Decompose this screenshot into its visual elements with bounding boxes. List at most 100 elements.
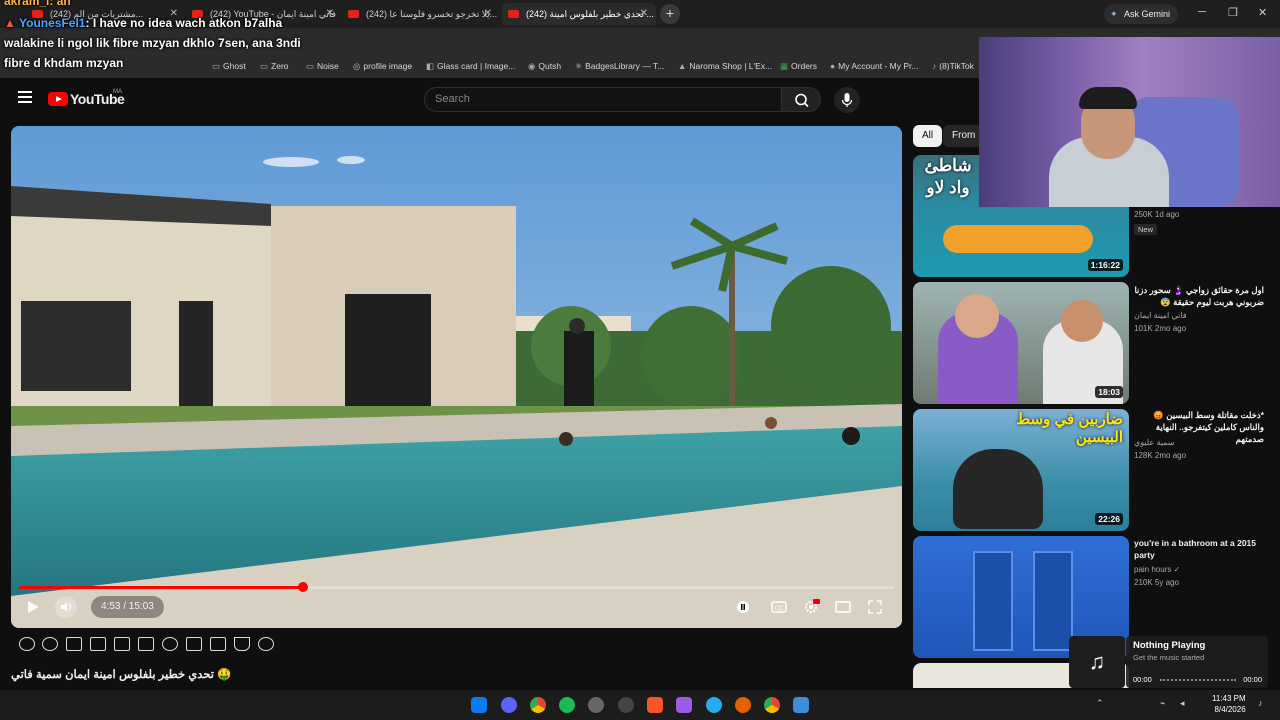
bookmark-profile-image[interactable]: ◎ profile image xyxy=(353,61,412,72)
windows-start-icon[interactable] xyxy=(471,697,487,713)
bookmark-zero[interactable]: ▭ Zero xyxy=(260,61,289,72)
bookmark-qutsh[interactable]: ◉ Qutsh xyxy=(528,61,561,72)
monitor-app-icon[interactable] xyxy=(793,697,809,713)
site-icon: ▲ xyxy=(678,61,687,71)
related-video-title[interactable]: اول مرة حقائق زواجي 🤰🏻 سحور دزنا ضربوني … xyxy=(1134,284,1264,308)
microphone-icon xyxy=(841,93,853,107)
close-tab-icon[interactable]: ✕ xyxy=(640,3,648,25)
related-video-title[interactable]: you're in a bathroom at a 2015 party xyxy=(1134,537,1264,561)
flask-icon[interactable] xyxy=(234,637,250,651)
chat-message-3: walakine li ngol lik fibre mzyan dkhlo 7… xyxy=(4,36,301,50)
discord-icon[interactable] xyxy=(501,697,517,713)
bookmark-glass-card[interactable]: ◧ Glass card | Image... xyxy=(426,61,515,72)
chat-message-2: ▲ YounesFel1: I have no idea wach atkon … xyxy=(4,16,282,30)
mute-button[interactable] xyxy=(55,596,77,618)
loop-icon[interactable] xyxy=(19,637,35,651)
bookmark-ghost[interactable]: ▭ Ghost xyxy=(212,61,246,72)
youtube-favicon-icon xyxy=(348,10,359,18)
chrome-active-icon[interactable] xyxy=(764,697,780,713)
bookmark-label: Zero xyxy=(271,61,289,71)
bookmark-label: Qutsh xyxy=(538,61,562,71)
browser-tab-3[interactable]: (242) يلا تخرجو تخسرو فلوسنا عا... ✕ xyxy=(342,3,500,25)
captions-icon: CC xyxy=(771,601,787,613)
time-text: 4:53 / 15:03 xyxy=(101,601,154,612)
related-video-channel[interactable]: سمية عليوي xyxy=(1134,438,1174,447)
bookmark-badgeslibrary[interactable]: ✳ BadgesLibrary — T... xyxy=(575,61,664,72)
duration-badge: 18:03 xyxy=(1095,386,1123,398)
youtube-logo-icon[interactable] xyxy=(48,92,68,106)
search-icon xyxy=(795,93,809,108)
clip-icon[interactable] xyxy=(90,637,106,651)
bookmark-orders[interactable]: ▦ Orders xyxy=(780,61,817,72)
site-icon: ● xyxy=(830,61,836,71)
pause-autoplay-toggle[interactable] xyxy=(734,598,752,616)
ask-gemini-button[interactable]: ✦ Ask Gemini xyxy=(1104,4,1179,24)
video-player[interactable]: 4:53 / 15:03 CC xyxy=(11,126,902,628)
network-icon[interactable]: ⌁ xyxy=(1160,698,1165,709)
now-playing-progress[interactable] xyxy=(1160,679,1236,681)
bookmark-naroma-shop[interactable]: ▲ Naroma Shop | L'Ex... xyxy=(678,61,772,71)
chevron-up-icon[interactable]: ⌃ xyxy=(1096,698,1104,709)
playlist-icon[interactable] xyxy=(138,637,154,651)
firefox-icon[interactable] xyxy=(735,697,751,713)
minimize-icon[interactable]: ─ xyxy=(1198,6,1206,18)
close-tab-icon[interactable]: ✕ xyxy=(326,3,334,25)
progress-bar[interactable] xyxy=(19,582,894,592)
notification-bell-icon[interactable]: ♪ xyxy=(1258,698,1263,708)
app-icon[interactable] xyxy=(676,697,692,713)
related-video-thumbnail-3[interactable]: ضاربين في وسط البيسين 22:26 xyxy=(913,409,1129,531)
speaker-icon[interactable]: ◂ xyxy=(1180,698,1185,709)
globe-icon: ◎ xyxy=(353,61,361,71)
obs-icon[interactable] xyxy=(588,697,604,713)
related-video-thumbnail-2[interactable]: 18:03 xyxy=(913,282,1129,404)
gear-icon[interactable] xyxy=(258,637,274,651)
subtitles-button[interactable]: CC xyxy=(770,598,788,616)
fullscreen-icon xyxy=(868,600,882,614)
search-input[interactable]: Search xyxy=(424,87,782,112)
bookmark-my-account[interactable]: ● My Account - My Pr... xyxy=(830,61,918,71)
channel-name: pain hours xyxy=(1134,565,1172,574)
close-window-icon[interactable]: ✕ xyxy=(1258,6,1267,19)
verified-icon: ✓ xyxy=(1173,565,1181,574)
taskbar-clock[interactable]: 11:43 PM 8/4/2026 xyxy=(1212,693,1246,715)
tab-label: (242) تحدي خطير بلفلوس امينة ... xyxy=(526,9,654,19)
bookmark-noise[interactable]: ▭ Noise xyxy=(306,61,339,72)
close-tab-icon[interactable]: ✕ xyxy=(484,3,492,25)
brave-icon[interactable] xyxy=(647,697,663,713)
github-icon[interactable] xyxy=(618,697,634,713)
related-video-meta: 101K 2mo ago xyxy=(1134,324,1187,333)
related-video-meta: 250K 1d ago xyxy=(1134,210,1180,219)
miniplayer-icon[interactable] xyxy=(66,637,82,651)
restore-icon[interactable]: ❐ xyxy=(1228,6,1238,19)
chip-all[interactable]: All xyxy=(913,125,943,147)
fullscreen-button[interactable] xyxy=(866,598,884,616)
bookmark-label: BadgesLibrary — T... xyxy=(585,61,665,71)
add-icon[interactable] xyxy=(186,637,202,651)
bookmark-tiktok[interactable]: ♪ (8)TikTok xyxy=(932,61,974,71)
chat-message-4: fibre d khdam mzyan xyxy=(4,56,123,70)
audio-icon[interactable] xyxy=(42,637,58,651)
chrome-icon[interactable] xyxy=(530,697,546,713)
sheets-icon: ▦ xyxy=(780,61,789,71)
search-button[interactable] xyxy=(781,87,821,112)
play-button[interactable] xyxy=(25,594,43,620)
duration-badge: 22:26 xyxy=(1095,513,1123,525)
related-video-channel[interactable]: فاتي امينة ايمان xyxy=(1134,311,1187,320)
now-playing-subtitle: Get the music started xyxy=(1133,653,1205,662)
browser-tab-4-active[interactable]: (242) تحدي خطير بلفلوس امينة ... ✕ xyxy=(502,3,656,25)
spotify-icon[interactable] xyxy=(559,697,575,713)
new-tab-button[interactable]: + xyxy=(660,4,680,24)
related-video-channel[interactable]: pain hours ✓ xyxy=(1134,565,1180,574)
hamburger-menu-icon[interactable] xyxy=(18,91,32,103)
chat-text: walakine li ngol lik fibre mzyan dkhlo 7… xyxy=(4,36,301,50)
screen-icon[interactable] xyxy=(114,637,130,651)
voice-search-button[interactable] xyxy=(834,87,860,113)
theater-mode-button[interactable] xyxy=(834,598,852,616)
settings-button[interactable] xyxy=(802,598,820,616)
telegram-icon[interactable] xyxy=(706,697,722,713)
person-right-face xyxy=(1061,300,1103,342)
speed-icon[interactable] xyxy=(162,637,178,651)
camera-icon[interactable] xyxy=(210,637,226,651)
music-note-icon[interactable]: ♫ xyxy=(1069,636,1125,688)
now-playing-widget[interactable]: Nothing Playing Get the music started 00… xyxy=(1126,636,1268,688)
